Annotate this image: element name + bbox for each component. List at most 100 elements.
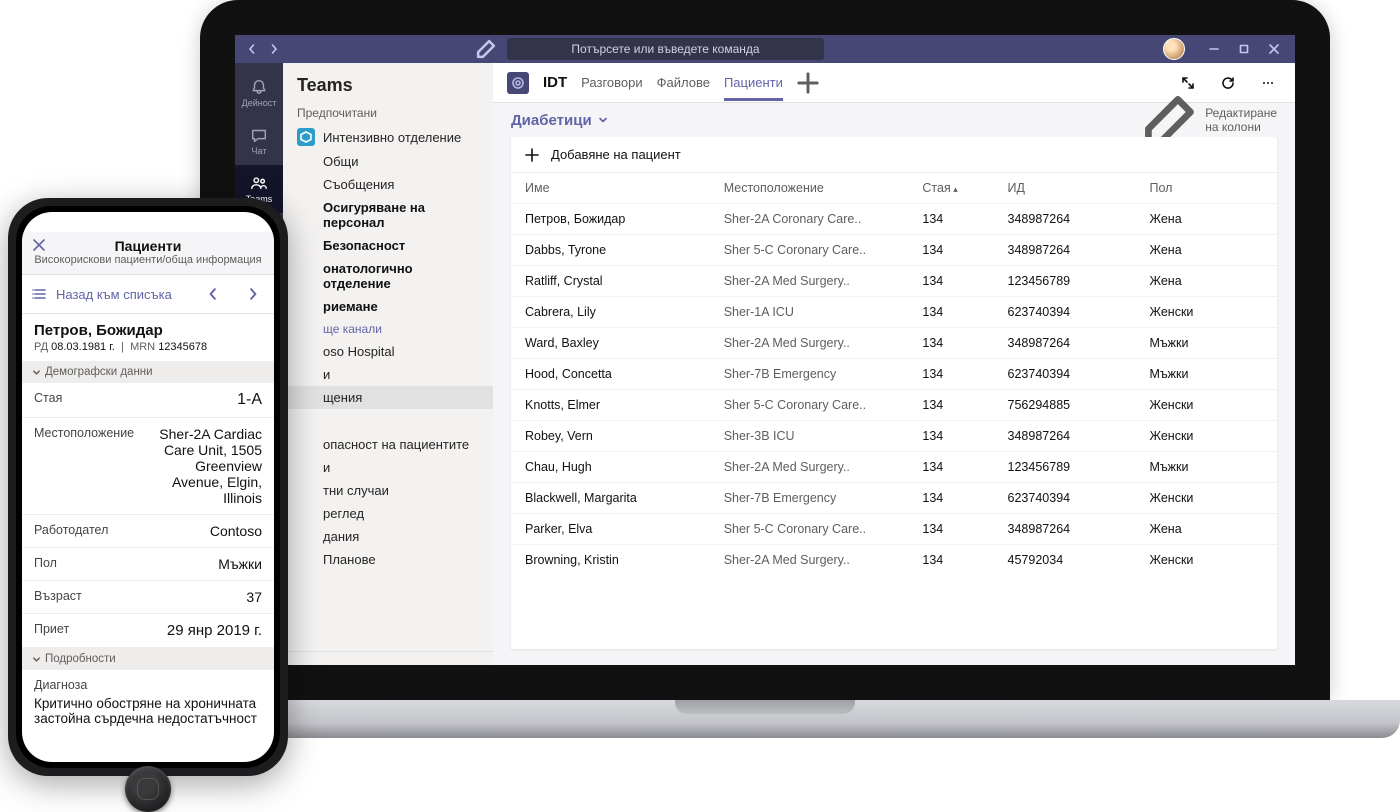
channel-c2[interactable]: и	[283, 363, 493, 386]
channel-messages[interactable]: Съобщения	[283, 173, 493, 196]
col-name[interactable]: Име	[525, 181, 724, 195]
channel-staffing[interactable]: Осигуряване на персонал	[283, 196, 493, 234]
patient-header: Петров, Божидар РД 08.03.1981 г. | MRN 1…	[22, 314, 274, 361]
chevron-down-icon	[32, 655, 41, 664]
list-icon	[32, 286, 48, 302]
phone-home-button[interactable]	[125, 766, 171, 812]
add-patient-button[interactable]: Добавяне на пациент	[511, 137, 1277, 173]
table-row[interactable]: Ward, BaxleySher-2A Med Surgery..1343489…	[511, 327, 1277, 358]
tab-conversations[interactable]: Разговори	[581, 65, 642, 100]
cell-id: 348987264	[1008, 429, 1150, 443]
diagnosis-text: Критично обостряне на хроничната застойн…	[22, 692, 274, 736]
channel-review[interactable]: реглед	[283, 502, 493, 525]
cell-gender: Мъжки	[1149, 460, 1263, 474]
join-create-team[interactable]: е или създаване на екип	[283, 651, 493, 665]
cell-location: Sher-2A Med Surgery..	[724, 460, 923, 474]
cell-id: 123456789	[1008, 460, 1150, 474]
team-avatar-icon	[507, 72, 529, 94]
cell-id: 756294885	[1008, 398, 1150, 412]
col-location[interactable]: Местоположение	[724, 181, 923, 195]
cell-room: 134	[922, 243, 1007, 257]
rail-chat[interactable]: Чат	[235, 117, 283, 165]
channel-more[interactable]: ще канали	[283, 318, 493, 340]
rail-activity[interactable]: Дейност	[235, 69, 283, 117]
table-row[interactable]: Browning, KristinSher-2A Med Surgery..13…	[511, 544, 1277, 575]
cell-name: Chau, Hugh	[525, 460, 724, 474]
channel-general[interactable]: Общи	[283, 150, 493, 173]
channel-c4[interactable]: и	[283, 456, 493, 479]
cell-name: Parker, Elva	[525, 522, 724, 536]
channel-neonatal[interactable]: онатологично отделение	[283, 257, 493, 295]
cell-gender: Мъжки	[1149, 367, 1263, 381]
table-row[interactable]: Knotts, ElmerSher 5-C Coronary Care..134…	[511, 389, 1277, 420]
channel-patientsafety[interactable]: опасност на пациентите	[283, 433, 493, 456]
tab-add-button[interactable]	[797, 72, 819, 94]
cell-name: Knotts, Elmer	[525, 398, 724, 412]
user-avatar[interactable]	[1163, 38, 1185, 60]
table-row[interactable]: Chau, HughSher-2A Med Surgery..134123456…	[511, 451, 1277, 482]
cell-name: Ward, Baxley	[525, 336, 724, 350]
table-row[interactable]: Петров, БожидарSher-2A Coronary Care..13…	[511, 203, 1277, 234]
cell-id: 45792034	[1008, 553, 1150, 567]
content-area: IDT Разговори Файлове Пациенти	[493, 63, 1295, 665]
tab-patients[interactable]: Пациенти	[724, 65, 783, 100]
laptop-base	[130, 700, 1400, 738]
table-row[interactable]: Ratliff, CrystalSher-2A Med Surgery..134…	[511, 265, 1277, 296]
diagnosis-label: Диагноза	[22, 670, 274, 692]
channel-cases[interactable]: тни случаи	[283, 479, 493, 502]
col-id[interactable]: ИД	[1008, 181, 1150, 195]
section-details[interactable]: Подробности	[22, 648, 274, 670]
channel-admission[interactable]: риемане	[283, 295, 493, 318]
cell-name: Robey, Vern	[525, 429, 724, 443]
phone-title: Пациенти	[32, 238, 264, 254]
channel-list-header: Teams	[283, 63, 493, 102]
channel-hospital[interactable]: oso Hospital	[283, 340, 493, 363]
cell-location: Sher-2A Med Surgery..	[724, 336, 923, 350]
section-details-label: Подробности	[45, 653, 116, 665]
tab-team-name: IDT	[543, 74, 567, 91]
channel-plans[interactable]: Планове	[283, 548, 493, 571]
cell-location: Sher 5-C Coronary Care..	[724, 522, 923, 536]
cell-location: Sher 5-C Coronary Care..	[724, 398, 923, 412]
col-room[interactable]: Стая	[922, 181, 1007, 195]
table-row[interactable]: Hood, ConcettaSher-7B Emergency134623740…	[511, 358, 1277, 389]
cell-id: 348987264	[1008, 243, 1150, 257]
cell-room: 134	[922, 460, 1007, 474]
cell-gender: Женски	[1149, 305, 1263, 319]
team-row[interactable]: Интензивно отделение	[283, 124, 493, 150]
window-maximize-button[interactable]	[1229, 38, 1259, 60]
compose-button[interactable]	[475, 38, 497, 60]
cell-name: Ratliff, Crystal	[525, 274, 724, 288]
cell-gender: Женски	[1149, 491, 1263, 505]
nav-back-button[interactable]	[241, 38, 263, 60]
window-close-button[interactable]	[1259, 38, 1289, 60]
window-minimize-button[interactable]	[1199, 38, 1229, 60]
search-input[interactable]: Потърсете или въведете команда	[507, 38, 824, 60]
cell-gender: Женски	[1149, 429, 1263, 443]
prev-patient-button[interactable]	[202, 283, 224, 305]
table-row[interactable]: Parker, ElvaSher 5-C Coronary Care..1343…	[511, 513, 1277, 544]
edit-columns-label: Редактиране на колони	[1205, 106, 1277, 134]
table-row[interactable]: Cabrera, LilySher-1A ICU134623740394Женс…	[511, 296, 1277, 327]
cell-name: Cabrera, Lily	[525, 305, 724, 319]
close-button[interactable]	[32, 238, 46, 255]
nav-forward-button[interactable]	[263, 38, 285, 60]
back-to-list-button[interactable]: Назад към списъка	[32, 286, 172, 302]
kv-sex: Пол Мъжки	[22, 548, 274, 581]
kv-location: Местоположение Sher-2A Cardiac Care Unit…	[22, 418, 274, 515]
table-row[interactable]: Blackwell, MargaritaSher-7B Emergency134…	[511, 482, 1277, 513]
section-demographics-label: Демографски данни	[45, 366, 153, 378]
patient-name: Петров, Божидар	[34, 322, 262, 339]
channel-tasks[interactable]: дания	[283, 525, 493, 548]
tab-files[interactable]: Файлове	[657, 65, 710, 100]
list-name-dropdown[interactable]: Диабетици	[511, 112, 608, 129]
cell-id: 123456789	[1008, 274, 1150, 288]
table-row[interactable]: Dabbs, TyroneSher 5-C Coronary Care..134…	[511, 234, 1277, 265]
table-row[interactable]: Robey, VernSher-3B ICU134348987264Женски	[511, 420, 1277, 451]
cell-room: 134	[922, 367, 1007, 381]
next-patient-button[interactable]	[242, 283, 264, 305]
channel-c3[interactable]: щения	[283, 386, 493, 409]
channel-safety[interactable]: Безопасност	[283, 234, 493, 257]
section-demographics[interactable]: Демографски данни	[22, 361, 274, 383]
col-gender[interactable]: Пол	[1149, 181, 1263, 195]
